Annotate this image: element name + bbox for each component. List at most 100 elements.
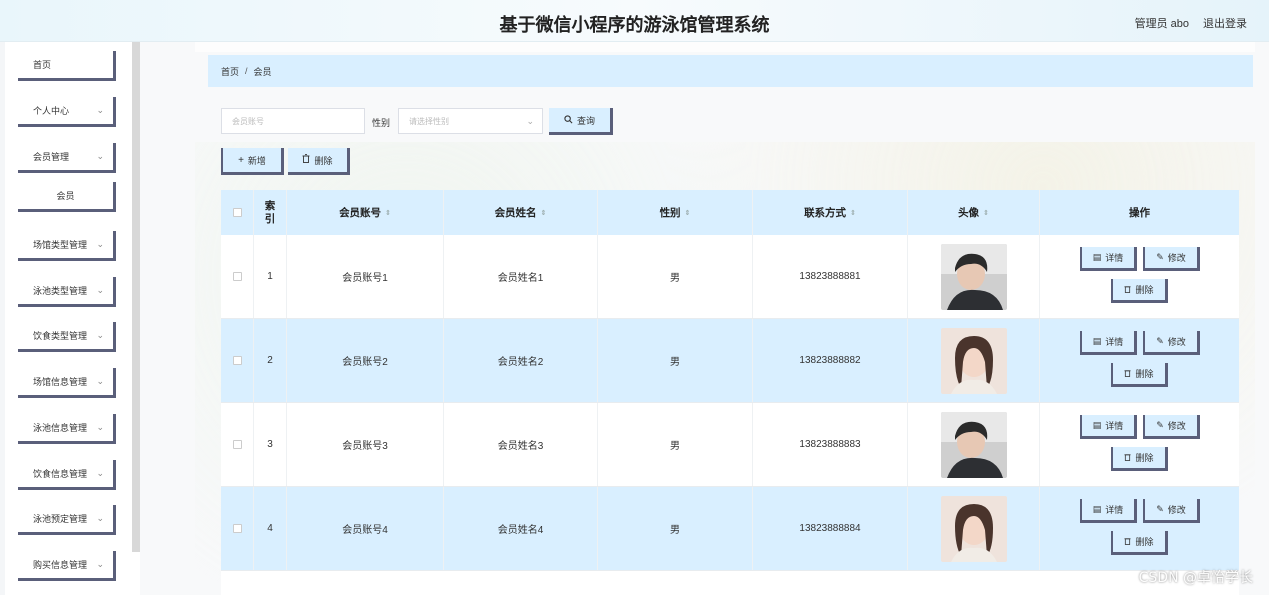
table-header: 索引 会员账号 ⇕ 会员姓名 ⇕ 性别 ⇕ 联系方式 ⇕ 头像 ⇕ 操作 [221,190,1239,235]
header-name[interactable]: 会员姓名 ⇕ [444,190,598,235]
avatar-cell [908,403,1040,486]
delete-button[interactable]: 删除 [1111,531,1168,555]
sidebar-item-label: 会员 [56,191,75,201]
select-all-checkbox-cell [221,190,254,235]
delete-button-label: 删除 [314,155,333,166]
document-icon: ▤ [1092,252,1102,262]
sidebar-item-pool-booking-management[interactable]: 泳池预定管理 ⌄ [18,505,116,535]
edit-button[interactable]: ✎ 修改 [1143,415,1200,439]
index-value: 2 [267,355,273,366]
select-all-checkbox[interactable] [232,208,242,217]
member-account-search-input[interactable]: 会员账号 [221,108,365,134]
breadcrumb-home[interactable]: 首页 [221,65,239,78]
chevron-down-icon: ⌄ [96,105,104,115]
sidebar-item-member[interactable]: 会员 [18,182,116,212]
cell-contact: 13823888881 [753,235,908,318]
delete-button[interactable]: 删除 [1111,279,1168,303]
avatar-cell [908,319,1040,402]
top-strip [195,42,1255,52]
detail-button[interactable]: ▤ 详情 [1080,331,1137,355]
sidebar-item-personal-center[interactable]: 个人中心 ⌄ [18,97,116,127]
sidebar-item-venue-type-management[interactable]: 场馆类型管理 ⌄ [18,231,116,261]
gender-select[interactable]: 请选择性别 ⌄ [398,108,543,134]
sidebar-item-label: 首页 [33,60,52,70]
header-gender-label: 性别 [659,207,681,219]
row-actions: ▤ 详情 ✎ 修改删除 [1040,319,1239,402]
detail-button-label: 详情 [1105,505,1124,515]
cell-account: 会员账号4 [287,487,444,570]
row-actions: ▤ 详情 ✎ 修改删除 [1040,235,1239,318]
cell-index: 4 [254,487,287,570]
contact-value: 13823888882 [799,355,861,366]
header-contact[interactable]: 联系方式 ⇕ [753,190,908,235]
chevron-down-icon: ⌄ [96,513,104,523]
header-index: 索引 [254,190,287,235]
cell-account: 会员账号2 [287,319,444,402]
query-button[interactable]: 查询 [549,108,613,135]
logout-link[interactable]: 退出登录 [1203,15,1247,31]
sort-icon: ⇕ [540,209,547,217]
avatar [940,327,1007,394]
app-header: 基于微信小程序的游泳馆管理系统 管理员 abo 退出登录 [0,0,1269,42]
cell-contact: 13823888882 [753,319,908,402]
header-gender[interactable]: 性别 ⇕ [598,190,753,235]
edit-button-label: 修改 [1167,421,1186,431]
header-ops-label: 操作 [1129,207,1150,219]
delete-button[interactable]: 删除 [1111,447,1168,471]
breadcrumb-current: 会员 [253,66,272,77]
row-checkbox-cell [221,319,254,402]
avatar-cell [908,235,1040,318]
edit-button[interactable]: ✎ 修改 [1143,247,1200,271]
add-button[interactable]: + 新增 [221,148,284,175]
row-checkbox[interactable] [232,524,242,533]
sidebar-item-purchase-info-management[interactable]: 购买信息管理 ⌄ [18,551,116,581]
breadcrumb-separator: / [245,66,248,76]
cell-gender: 男 [598,319,753,402]
row-checkbox[interactable] [232,272,242,281]
header-account[interactable]: 会员账号 ⇕ [287,190,444,235]
name-value: 会员姓名4 [497,525,544,536]
cell-account: 会员账号3 [287,403,444,486]
cell-name: 会员姓名2 [444,319,598,402]
sidebar-scrollbar[interactable] [132,42,140,552]
document-icon: ▤ [1092,420,1102,430]
sidebar-item-venue-info-management[interactable]: 场馆信息管理 ⌄ [18,368,116,398]
header-avatar[interactable]: 头像 ⇕ [908,190,1040,235]
chevron-down-icon: ⌄ [96,330,104,340]
search-icon [564,114,573,126]
chevron-down-icon: ⌄ [526,116,534,126]
delete-button[interactable]: 删除 [1111,363,1168,387]
row-checkbox[interactable] [232,356,242,365]
cell-contact: 13823888884 [753,487,908,570]
header-avatar-label: 头像 [958,207,980,219]
edit-button[interactable]: ✎ 修改 [1143,499,1200,523]
delete-button-label: 删除 [1135,537,1154,547]
sidebar-item-member-management[interactable]: 会员管理 ⌄ [18,143,116,173]
edit-button-label: 修改 [1167,337,1186,347]
sidebar-item-label: 购买信息管理 [33,560,88,570]
detail-button[interactable]: ▤ 详情 [1080,247,1137,271]
gender-value: 男 [670,441,680,452]
edit-button[interactable]: ✎ 修改 [1143,331,1200,355]
breadcrumb: 首页 / 会员 [208,55,1253,87]
row-checkbox[interactable] [232,440,242,449]
sidebar-item-diet-info-management[interactable]: 饮食信息管理 ⌄ [18,460,116,490]
trash-icon [1124,369,1132,379]
detail-button[interactable]: ▤ 详情 [1080,415,1137,439]
header-name-label: 会员姓名 [494,207,537,219]
batch-delete-button[interactable]: 删除 [288,148,350,175]
trash-icon [1124,453,1132,463]
sidebar-item-home[interactable]: 首页 [18,51,116,81]
sidebar-item-pool-info-management[interactable]: 泳池信息管理 ⌄ [18,414,116,444]
index-value: 1 [267,271,273,282]
delete-button-label: 删除 [1135,369,1154,379]
sidebar-item-pool-type-management[interactable]: 泳池类型管理 ⌄ [18,277,116,307]
table-row: 2 会员账号2 会员姓名2 男 13823888882 ▤ 详情 ✎ 修改删除 [221,319,1239,403]
cell-name: 会员姓名3 [444,403,598,486]
plus-icon: + [238,154,244,166]
edit-icon: ✎ [1156,504,1164,514]
current-user: 管理员 abo [1134,18,1189,30]
sidebar-item-diet-type-management[interactable]: 饮食类型管理 ⌄ [18,322,116,352]
detail-button[interactable]: ▤ 详情 [1080,499,1137,523]
table-row: 3 会员账号3 会员姓名3 男 13823888883 ▤ 详情 ✎ 修改 删除 [221,403,1239,487]
